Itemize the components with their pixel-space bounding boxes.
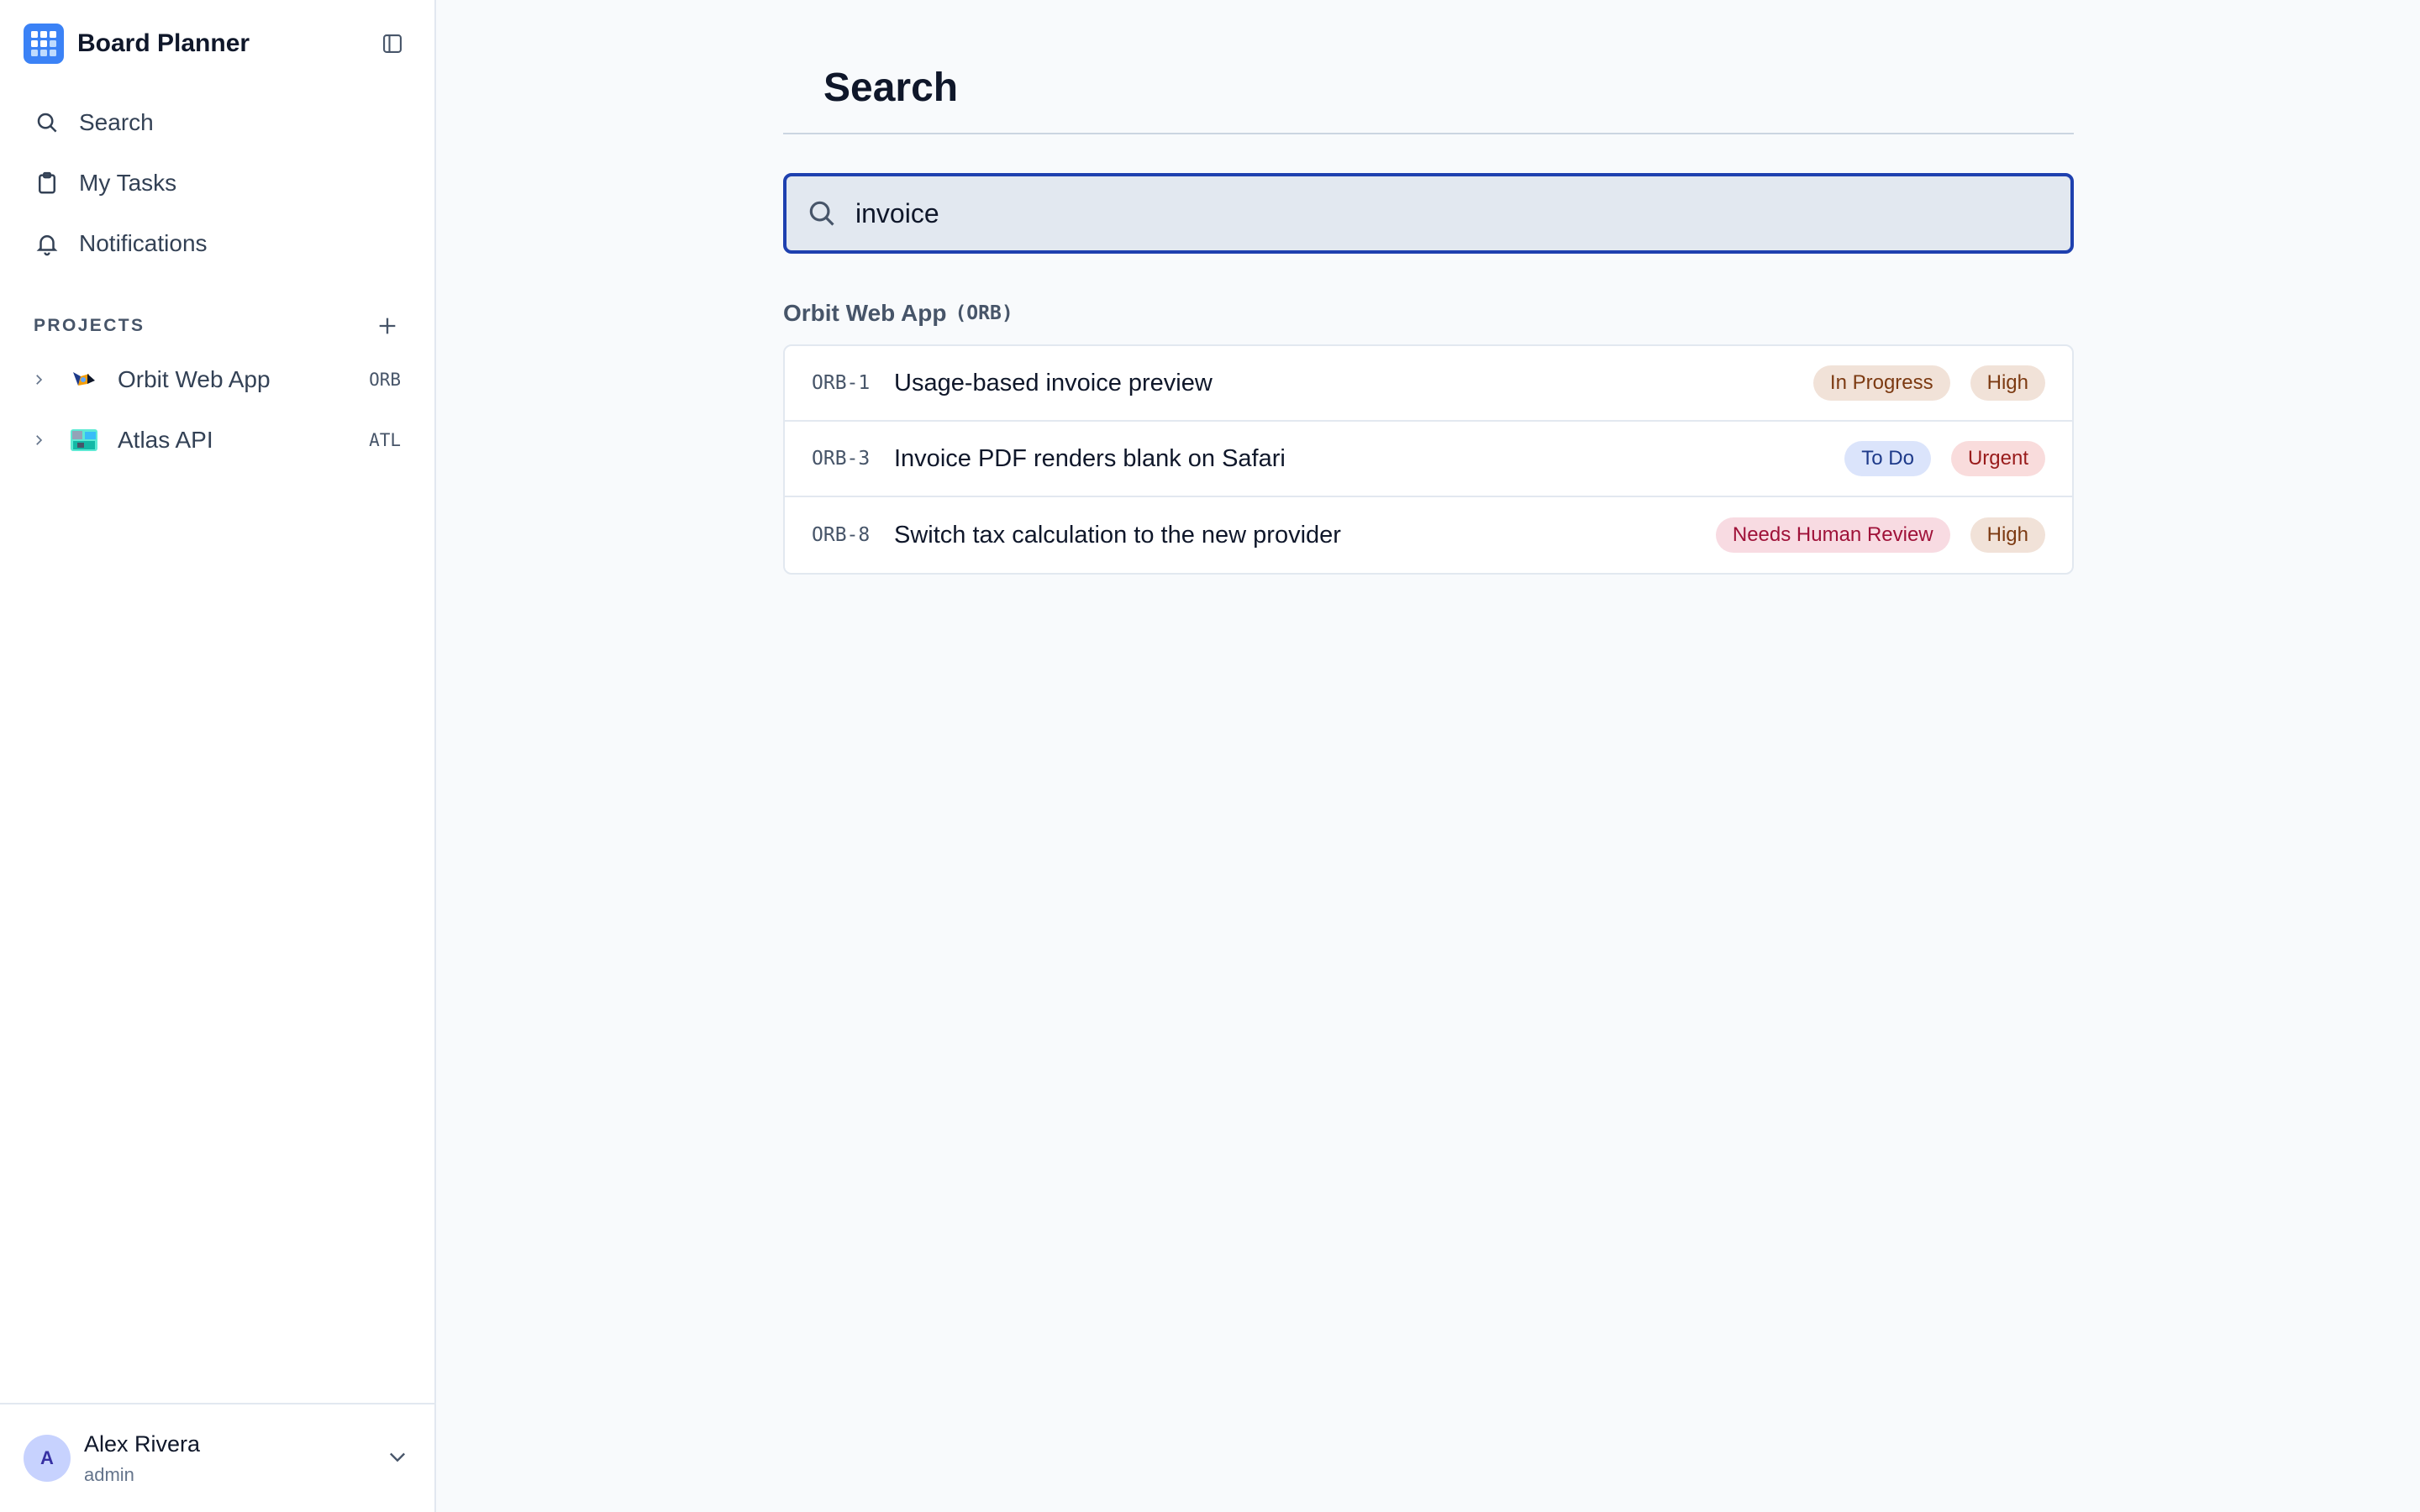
- task-title: Usage-based invoice preview: [894, 369, 1213, 396]
- list-item[interactable]: ORB-3 Invoice PDF renders blank on Safar…: [785, 422, 2072, 497]
- task-key: ORB-3: [812, 448, 871, 470]
- task-key: ORB-1: [812, 372, 871, 394]
- priority-badge: Urgent: [1950, 441, 2045, 476]
- search-box[interactable]: [783, 173, 2074, 254]
- projects-header: PROJECTS: [0, 302, 434, 349]
- app-name: Board Planner: [77, 29, 250, 57]
- bell-icon: [34, 230, 60, 257]
- clipboard-icon: [34, 170, 60, 197]
- project-name: Orbit Web App: [118, 366, 271, 392]
- search-icon: [34, 109, 60, 136]
- priority-badge: High: [1970, 517, 2045, 553]
- search-icon: [805, 197, 839, 230]
- result-group-name: Orbit Web App: [783, 300, 947, 326]
- avatar: A: [24, 1435, 71, 1482]
- project-name: Atlas API: [118, 427, 213, 453]
- priority-badge: High: [1970, 365, 2045, 401]
- nav-item-label: Search: [79, 109, 154, 135]
- chevron-down-icon[interactable]: [386, 1445, 409, 1473]
- project-image-icon: [71, 369, 97, 391]
- status-badge: Needs Human Review: [1715, 517, 1950, 553]
- nav-item-label: Notifications: [79, 230, 208, 256]
- sidebar-toggle-icon[interactable]: [376, 27, 409, 60]
- search-input[interactable]: [855, 197, 2052, 229]
- add-project-icon[interactable]: [371, 309, 404, 343]
- task-key: ORB-8: [812, 524, 871, 546]
- list-item[interactable]: ORB-1 Usage-based invoice preview In Pro…: [785, 346, 2072, 422]
- project-key: ORB: [369, 370, 401, 390]
- main-content: Search Orbit Web App (ORB) ORB-1 Usage-b…: [436, 0, 2420, 1512]
- task-title: Invoice PDF renders blank on Safari: [894, 444, 1286, 472]
- sidebar-item-project-orbit-web-app[interactable]: Orbit Web App ORB: [17, 349, 418, 410]
- user-role: admin: [84, 1463, 134, 1485]
- user-menu[interactable]: A Alex Rivera admin: [0, 1403, 434, 1512]
- page-title: Search: [823, 66, 959, 110]
- nav-item-label: My Tasks: [79, 170, 177, 196]
- chevron-right-icon[interactable]: [29, 370, 49, 390]
- nav-item-my-tasks[interactable]: My Tasks: [17, 153, 418, 213]
- list-item[interactable]: ORB-8 Switch tax calculation to the new …: [785, 497, 2072, 573]
- project-image-icon: [71, 429, 97, 451]
- main-nav: Search My Tasks Notifications: [0, 87, 434, 274]
- task-title: Switch tax calculation to the new provid…: [894, 521, 1341, 549]
- projects-label: PROJECTS: [34, 316, 145, 335]
- status-badge: To Do: [1844, 441, 1931, 476]
- user-info: Alex Rivera admin: [84, 1431, 386, 1486]
- user-name: Alex Rivera: [84, 1431, 201, 1457]
- result-group-header: Orbit Web App (ORB): [783, 297, 2074, 329]
- nav-item-notifications[interactable]: Notifications: [17, 213, 418, 274]
- page-header: Search: [783, 0, 2074, 134]
- project-key: ATL: [369, 430, 401, 450]
- result-group-key: (ORB): [955, 302, 1013, 324]
- chevron-right-icon[interactable]: [29, 430, 49, 450]
- nav-item-search[interactable]: Search: [17, 92, 418, 153]
- sidebar-item-project-atlas-api[interactable]: Atlas API ATL: [17, 410, 418, 470]
- sidebar: Board Planner Search My Tasks Notificati…: [0, 0, 436, 1512]
- brand-header: Board Planner: [0, 0, 434, 87]
- results-list: ORB-1 Usage-based invoice preview In Pro…: [783, 344, 2074, 575]
- app-logo-icon: [24, 24, 64, 64]
- status-badge: In Progress: [1812, 365, 1950, 401]
